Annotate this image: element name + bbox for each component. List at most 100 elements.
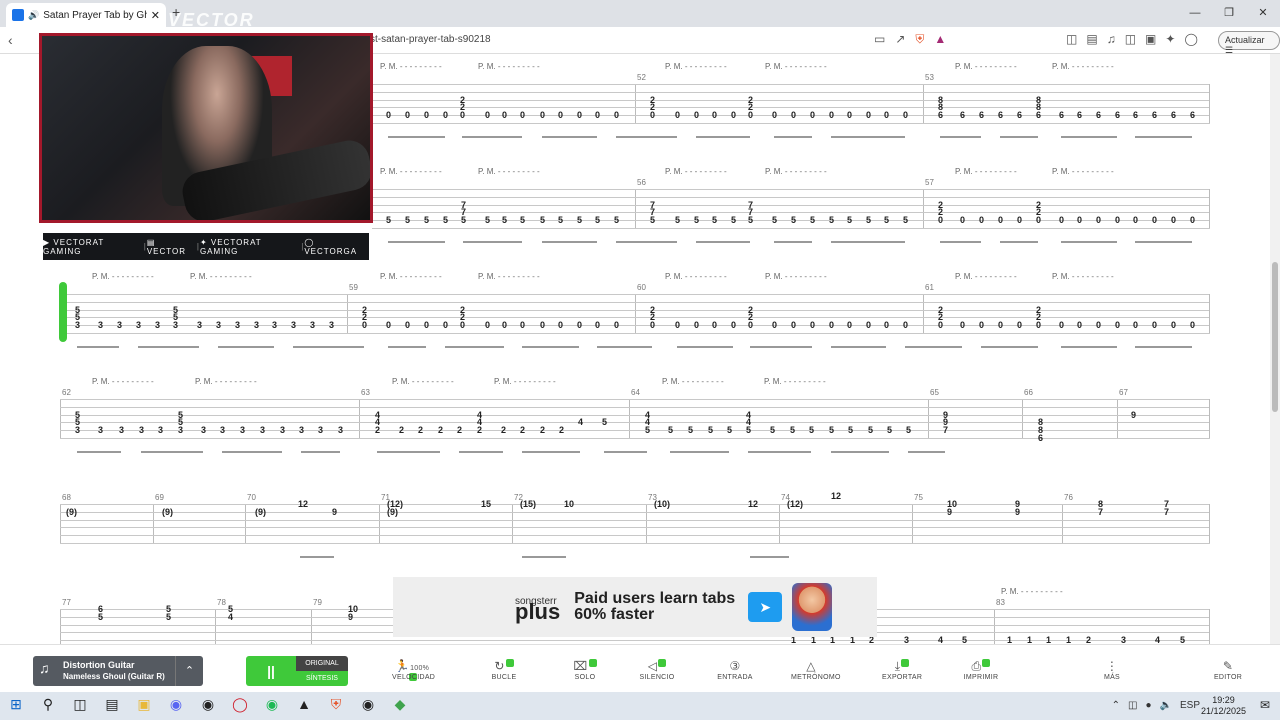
tab-note[interactable]: 0 (540, 320, 545, 330)
tab-note[interactable]: 3 (201, 425, 206, 435)
tab-note[interactable]: 0 (884, 110, 889, 120)
tab-note[interactable]: 9 (947, 507, 952, 517)
tab-note[interactable]: 0 (362, 320, 367, 330)
tab-note[interactable]: 3 (158, 425, 163, 435)
notification-icon[interactable]: ✉ (1260, 698, 1270, 712)
tab-note[interactable]: 0 (424, 110, 429, 120)
tab-note[interactable]: 0 (1133, 215, 1138, 225)
vpn-icon[interactable]: ◯ (1184, 32, 1197, 46)
tab-note[interactable]: 0 (903, 320, 908, 330)
tab-note[interactable]: 5 (866, 215, 871, 225)
tab-note[interactable]: 0 (847, 320, 852, 330)
network-icon[interactable]: ◫ (1128, 700, 1137, 711)
maximize-button[interactable]: ❐ (1212, 0, 1246, 27)
solo-button[interactable]: ⌧ SOLO (565, 659, 605, 681)
page-scrollbar[interactable] (1270, 54, 1280, 692)
tab-note[interactable]: 5 (810, 215, 815, 225)
tab-note[interactable]: 0 (748, 320, 753, 330)
tab-note[interactable]: 0 (614, 110, 619, 120)
tab-note[interactable]: 7 (943, 425, 948, 435)
tab-note[interactable]: 7 (1098, 507, 1103, 517)
tab-note[interactable]: 2 (438, 425, 443, 435)
tab-note[interactable]: 12 (748, 499, 758, 509)
tab-note[interactable]: 5 (887, 425, 892, 435)
tab-note[interactable]: (10) (654, 499, 670, 509)
tab-note[interactable]: 2 (540, 425, 545, 435)
tab-note[interactable]: 0 (938, 320, 943, 330)
tab-note[interactable]: 0 (1077, 320, 1082, 330)
tab-note[interactable]: 3 (75, 425, 80, 435)
tab-note[interactable]: 0 (558, 320, 563, 330)
tab-note[interactable]: 0 (884, 320, 889, 330)
tab-note[interactable]: 0 (712, 110, 717, 120)
start-icon[interactable]: ⊞ (6, 696, 26, 713)
tab-note[interactable]: 5 (770, 425, 775, 435)
tab-note[interactable]: 0 (1059, 215, 1064, 225)
tab-note[interactable]: 5 (848, 425, 853, 435)
tab-note[interactable]: 0 (595, 110, 600, 120)
tab-note[interactable]: 5 (386, 215, 391, 225)
tab-note[interactable]: 3 (235, 320, 240, 330)
tab-note[interactable]: 2 (375, 425, 380, 435)
tab-note[interactable]: 0 (558, 110, 563, 120)
tab-note[interactable]: 5 (1180, 635, 1185, 644)
tab-note[interactable]: 10 (564, 499, 574, 509)
tab-note[interactable]: 0 (1017, 215, 1022, 225)
tab-note[interactable]: 3 (904, 635, 909, 644)
tab-note[interactable]: 0 (847, 110, 852, 120)
tab-note[interactable]: 0 (712, 320, 717, 330)
tab-note[interactable]: 0 (520, 320, 525, 330)
tab-note[interactable]: 0 (485, 320, 490, 330)
tab-note[interactable]: 15 (481, 499, 491, 509)
discord-icon[interactable]: ◉ (166, 696, 186, 713)
tab-note[interactable]: 6 (960, 110, 965, 120)
tab-note[interactable]: 7 (1164, 507, 1169, 517)
tab-note[interactable]: 0 (443, 110, 448, 120)
tab-note[interactable]: 4 (1155, 635, 1160, 644)
tab-note[interactable]: 0 (748, 110, 753, 120)
microphone-icon[interactable]: ● (1145, 700, 1151, 711)
extensions-icon[interactable]: ◫ (1066, 32, 1077, 46)
tab-note[interactable]: 2 (501, 425, 506, 435)
tab-note[interactable]: 3 (139, 425, 144, 435)
tab-note[interactable]: 3 (260, 425, 265, 435)
tab-note[interactable]: 2 (418, 425, 423, 435)
tab-note[interactable]: 0 (694, 110, 699, 120)
tab-note[interactable]: 9 (332, 507, 337, 517)
tab-note[interactable]: 0 (1096, 320, 1101, 330)
volume-icon[interactable]: 🔈 (1160, 700, 1172, 711)
tab-note[interactable]: 5 (731, 215, 736, 225)
imprimir-button[interactable]: ⎙ IMPRIMIR (961, 659, 1001, 681)
tab-note[interactable]: 3 (254, 320, 259, 330)
music-icon[interactable]: ♫ (1107, 32, 1116, 46)
tab-note[interactable]: 0 (502, 320, 507, 330)
tab-note[interactable]: 5 (405, 215, 410, 225)
tab-note[interactable]: 3 (329, 320, 334, 330)
tab-note[interactable]: 5 (645, 425, 650, 435)
tab-note[interactable]: 0 (540, 110, 545, 120)
tab-note[interactable]: 6 (1077, 110, 1082, 120)
tab-note[interactable]: 0 (731, 320, 736, 330)
tab-note[interactable]: 5 (424, 215, 429, 225)
tab-note[interactable]: 3 (280, 425, 285, 435)
tab-note[interactable]: 5 (746, 425, 751, 435)
tab-note[interactable]: (9) (162, 507, 173, 517)
tab-note[interactable]: 2 (477, 425, 482, 435)
tab-note[interactable]: 0 (866, 110, 871, 120)
bucle-button[interactable]: ↻ BUCLE (484, 659, 524, 681)
wallet-icon[interactable]: ▣ (1145, 32, 1156, 46)
tab-note[interactable]: 5 (688, 425, 693, 435)
tab-note[interactable]: 0 (577, 320, 582, 330)
chevron-up-icon[interactable]: ⌃ (1112, 700, 1120, 711)
tab-note[interactable]: 0 (675, 110, 680, 120)
back-arrow-icon[interactable]: ‹ (8, 32, 13, 48)
editor-button[interactable]: ✎ EDITOR (1208, 659, 1248, 681)
tab-note[interactable]: 0 (1036, 320, 1041, 330)
tab-note[interactable]: 6 (998, 110, 1003, 120)
tab-note[interactable]: 5 (614, 215, 619, 225)
tab-note[interactable]: 3 (98, 320, 103, 330)
tab-note[interactable]: 5 (772, 215, 777, 225)
tab-note[interactable]: 3 (197, 320, 202, 330)
close-window-button[interactable]: ✕ (1246, 0, 1280, 27)
tab-note[interactable]: 6 (1133, 110, 1138, 120)
